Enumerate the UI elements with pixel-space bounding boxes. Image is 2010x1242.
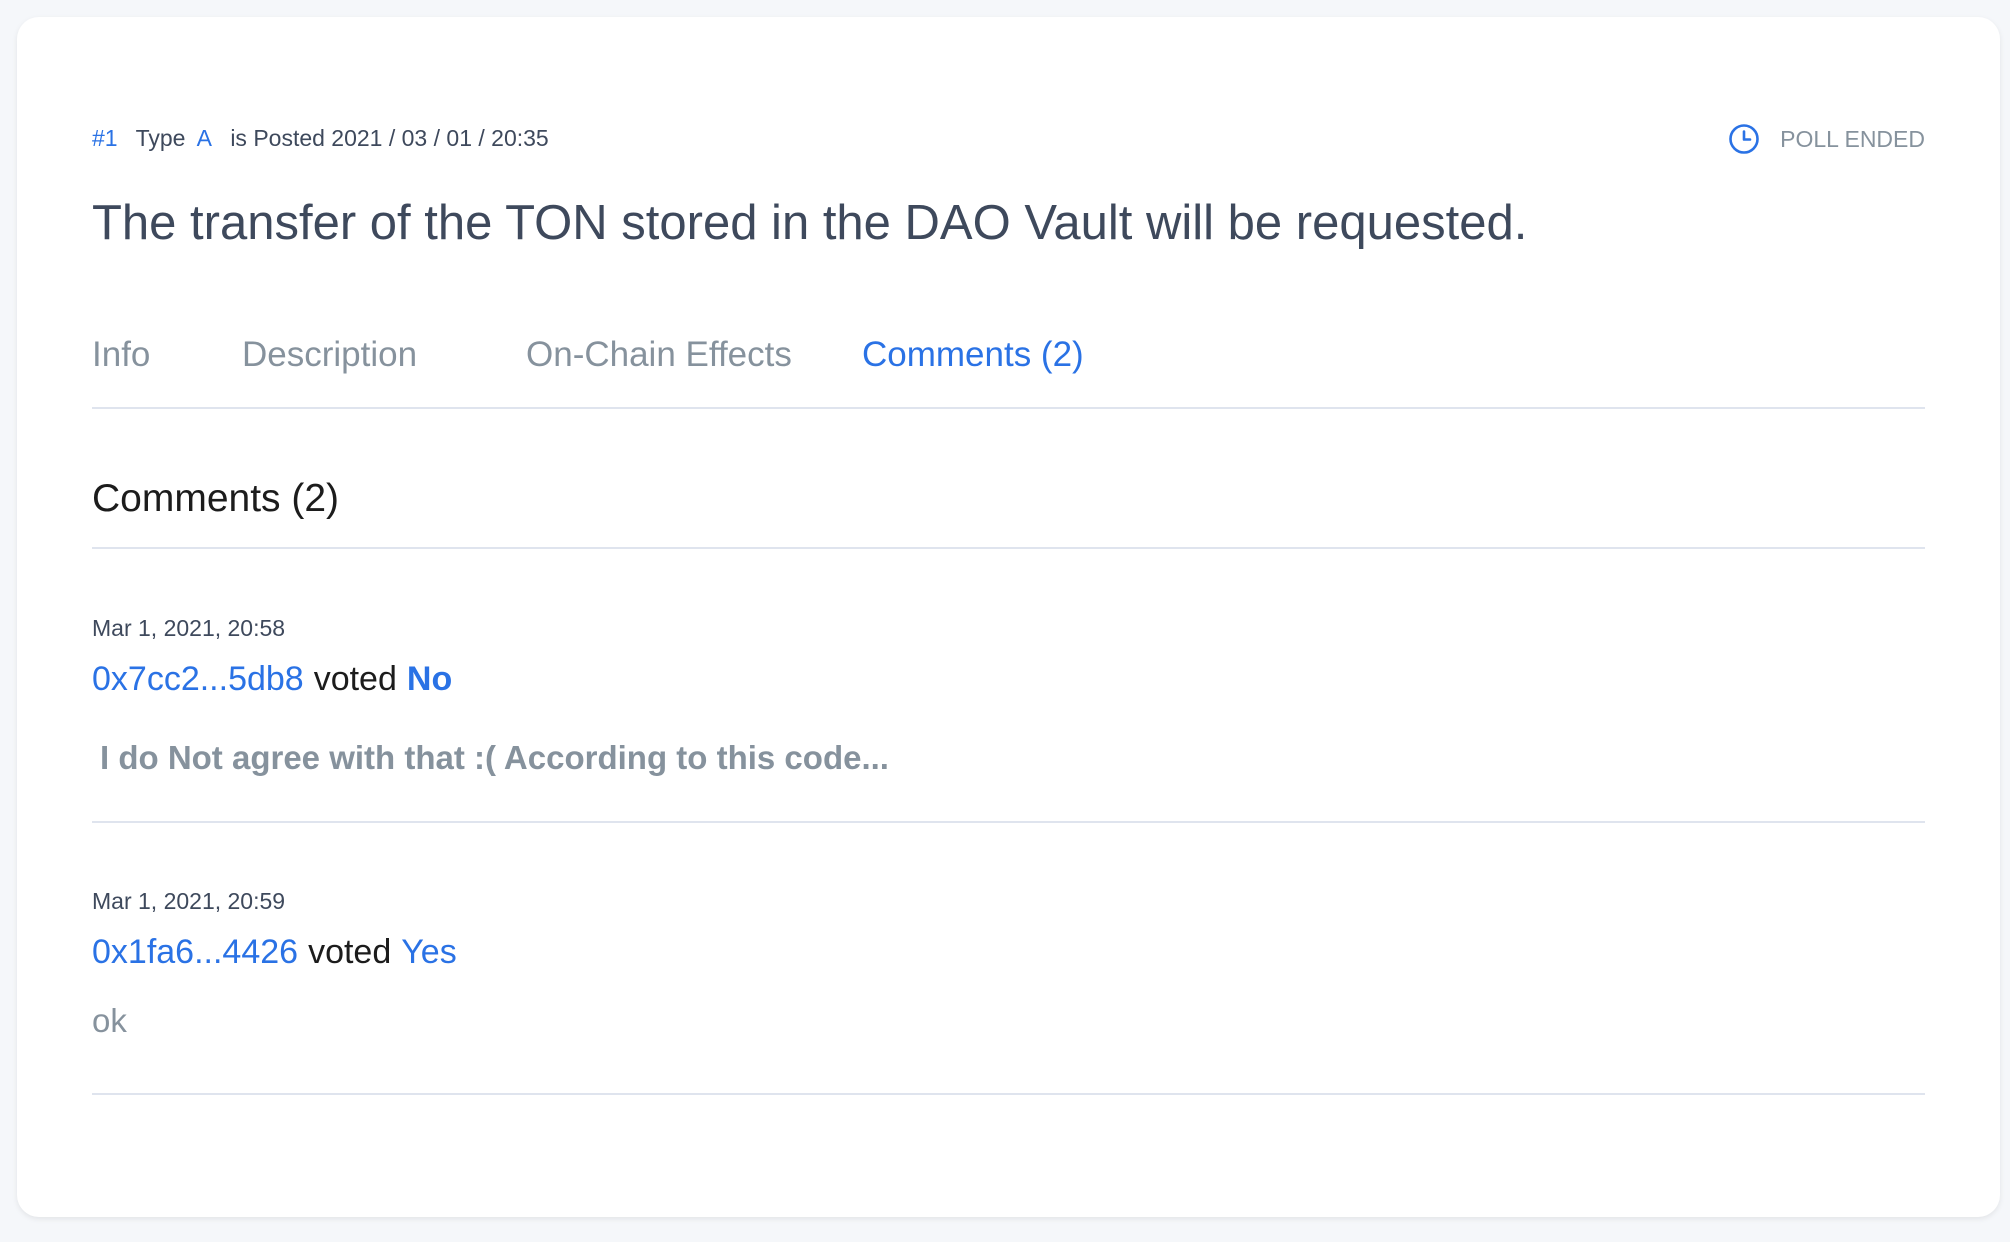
tab-comments[interactable]: Comments (2)	[862, 335, 1084, 375]
clock-icon	[1728, 123, 1760, 155]
vote-choice: Yes	[401, 933, 457, 971]
tab-description[interactable]: Description	[242, 335, 417, 375]
comment-text: I do Not agree with that :( According to…	[100, 739, 889, 776]
comment-date: Mar 1, 2021, 20:58	[92, 615, 286, 641]
proposal-meta: #1 Type A is Posted 2021 / 03 / 01 / 20:…	[92, 125, 549, 152]
tab-bar: Info Description On-Chain Effects Commen…	[92, 335, 1925, 409]
voted-label: voted	[313, 660, 397, 698]
proposal-card: #1 Type A is Posted 2021 / 03 / 01 / 20:…	[17, 17, 2000, 1217]
divider	[92, 1093, 1925, 1095]
tab-on-chain-effects[interactable]: On-Chain Effects	[526, 335, 792, 375]
proposal-number: #1	[92, 125, 118, 151]
posted-date: is Posted 2021 / 03 / 01 / 20:35	[230, 125, 549, 151]
poll-status: POLL ENDED	[1728, 123, 1925, 155]
vote-choice: No	[406, 660, 453, 698]
divider	[92, 821, 1925, 823]
comment-date: Mar 1, 2021, 20:59	[92, 888, 286, 914]
comments-heading: Comments (2)	[92, 477, 340, 520]
poll-status-label: POLL ENDED	[1780, 125, 1925, 152]
comment-text: ok	[92, 1002, 127, 1039]
voted-label: voted	[308, 933, 392, 971]
comment-voter-line: 0x1fa6...4426 voted Yes	[92, 933, 457, 972]
voter-address-link[interactable]: 0x7cc2...5db8	[92, 660, 304, 698]
comment-voter-line: 0x7cc2...5db8 voted No	[92, 660, 452, 699]
type-label: Type	[135, 125, 186, 151]
tab-info[interactable]: Info	[92, 335, 150, 375]
type-value: A	[196, 125, 212, 151]
proposal-title: The transfer of the TON stored in the DA…	[92, 196, 1528, 250]
voter-address-link[interactable]: 0x1fa6...4426	[92, 933, 298, 971]
divider	[92, 547, 1925, 549]
